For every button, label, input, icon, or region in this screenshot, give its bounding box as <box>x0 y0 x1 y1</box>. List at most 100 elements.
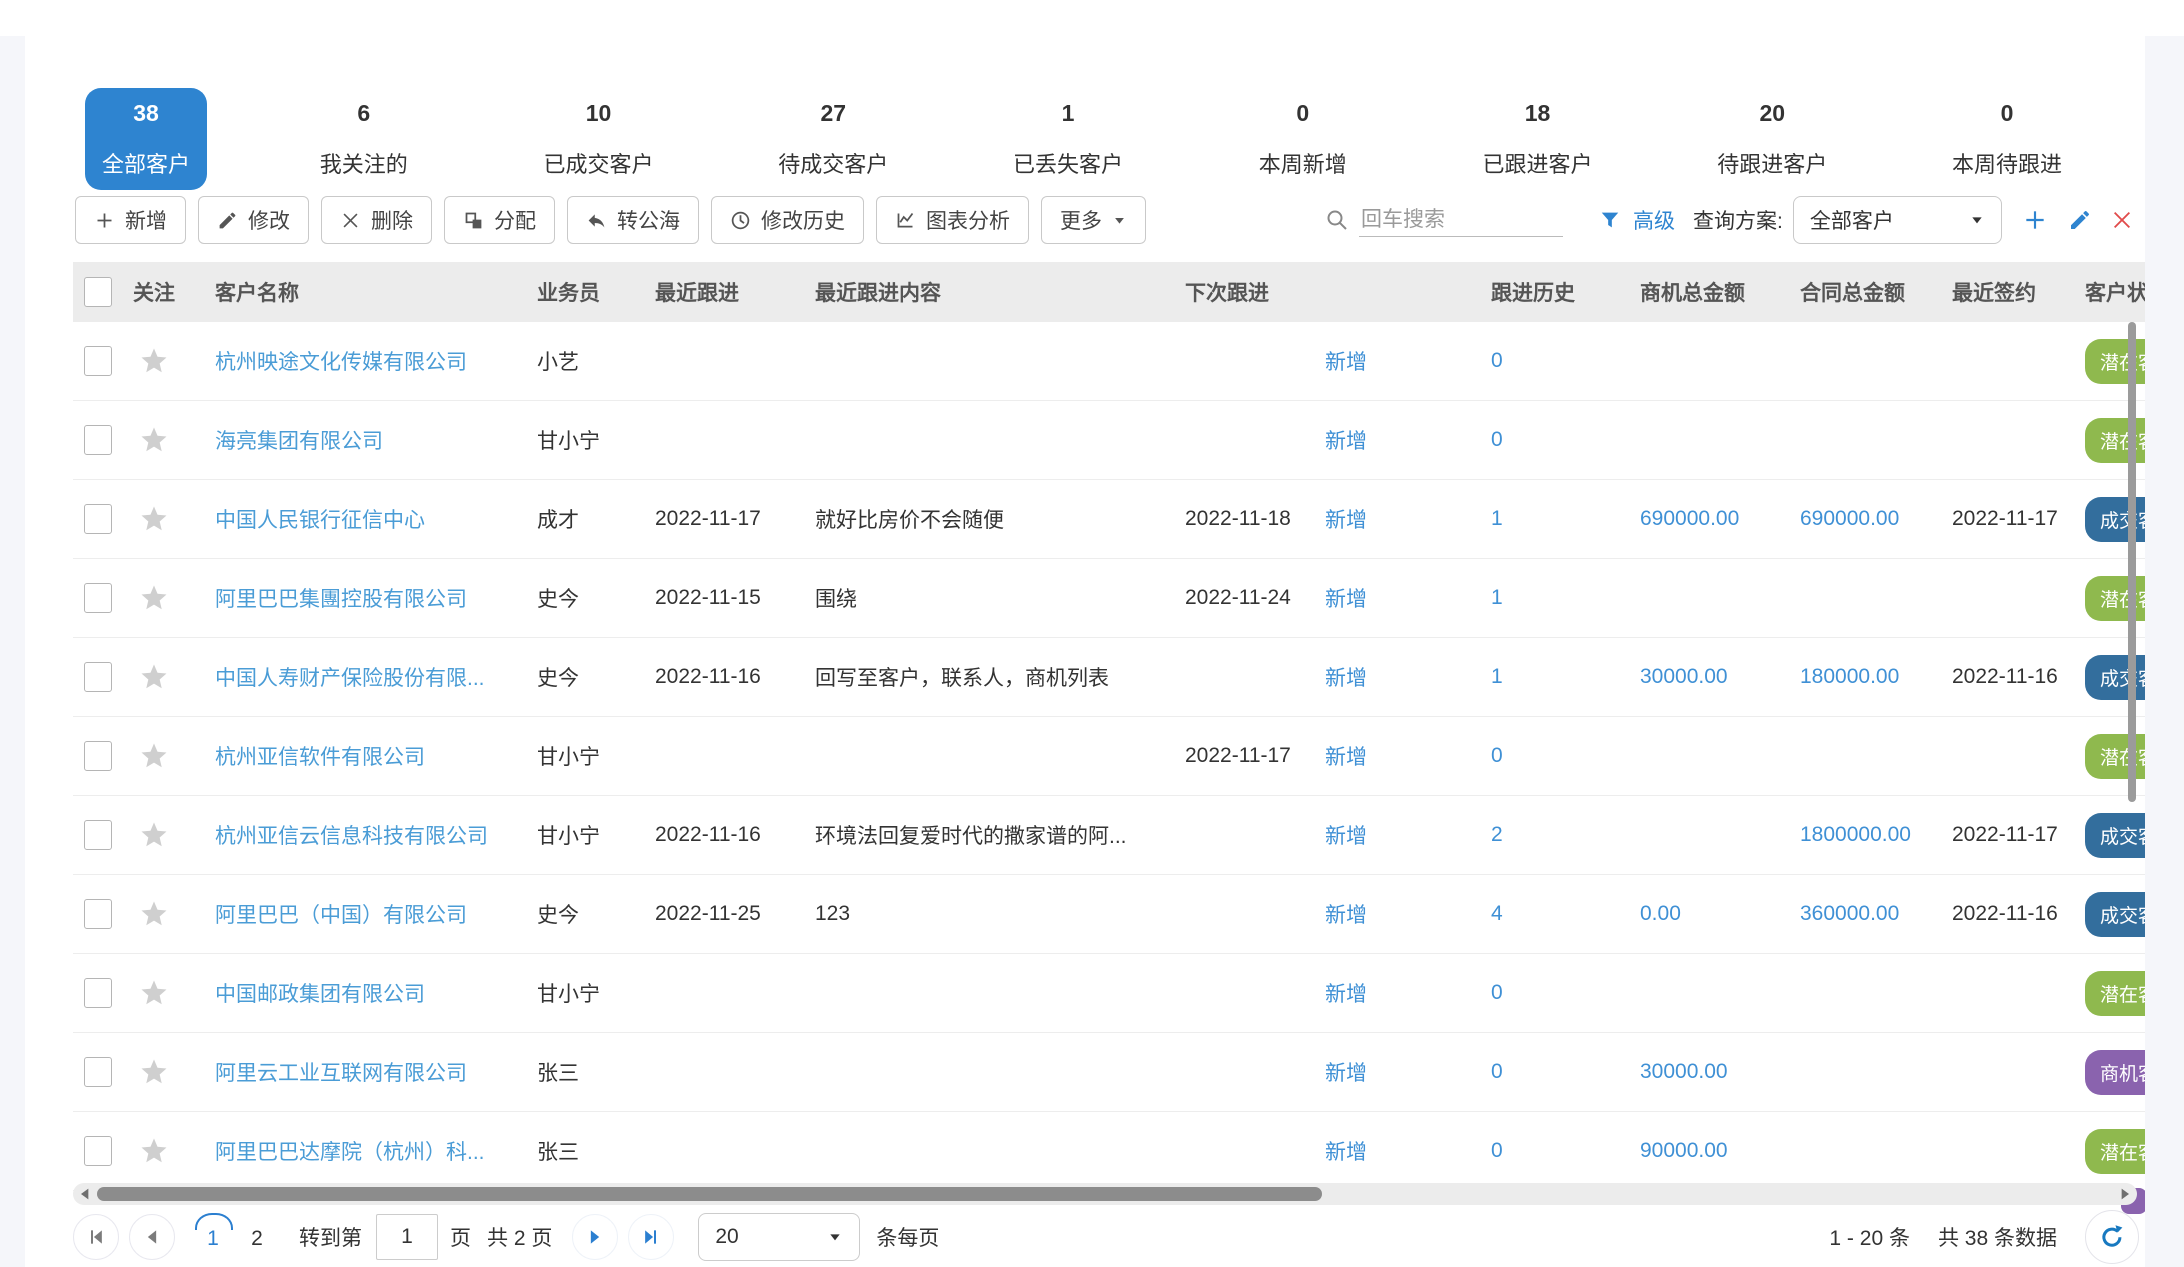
opportunity-amount-link[interactable]: 0.00 <box>1640 902 1681 925</box>
opportunity-amount-link[interactable]: 90000.00 <box>1640 1139 1728 1162</box>
toolbar-button-3[interactable]: 分配 <box>444 196 555 244</box>
add-follow-link[interactable]: 新增 <box>1325 588 1367 611</box>
star-icon[interactable] <box>139 425 169 455</box>
row-checkbox[interactable] <box>84 504 112 534</box>
add-follow-link[interactable]: 新增 <box>1325 1141 1367 1164</box>
scroll-right-icon[interactable] <box>2117 1186 2133 1202</box>
opportunity-amount-link[interactable]: 30000.00 <box>1640 1060 1728 1083</box>
row-checkbox[interactable] <box>84 978 112 1008</box>
follow-history-link[interactable]: 1 <box>1491 507 1503 530</box>
star-icon[interactable] <box>139 978 169 1008</box>
stats-tab-5[interactable]: 0本周新增 <box>1225 88 1381 190</box>
customer-name-link[interactable]: 杭州亚信云信息科技有限公司 <box>215 825 488 848</box>
customer-name-link[interactable]: 杭州映途文化传媒有限公司 <box>215 351 467 374</box>
star-icon[interactable] <box>139 662 169 692</box>
follow-history-link[interactable]: 0 <box>1491 428 1503 451</box>
star-icon[interactable] <box>139 1136 169 1166</box>
toolbar-button-7[interactable]: 更多 <box>1041 196 1146 244</box>
follow-history-link[interactable]: 0 <box>1491 744 1503 767</box>
toolbar-button-4[interactable]: 转公海 <box>567 196 699 244</box>
follow-history-link[interactable]: 1 <box>1491 586 1503 609</box>
star-icon[interactable] <box>139 583 169 613</box>
last-page-button[interactable] <box>628 1214 674 1260</box>
row-checkbox[interactable] <box>84 583 112 613</box>
row-checkbox[interactable] <box>84 1136 112 1166</box>
row-checkbox[interactable] <box>84 662 112 692</box>
row-checkbox[interactable] <box>84 899 112 929</box>
row-checkbox[interactable] <box>84 741 112 771</box>
add-follow-link[interactable]: 新增 <box>1325 430 1367 453</box>
edit-scheme-icon[interactable] <box>2068 208 2092 232</box>
toolbar-button-1[interactable]: 修改 <box>198 196 309 244</box>
stats-tab-6[interactable]: 18已跟进客户 <box>1460 88 1616 190</box>
customer-name-link[interactable]: 阿里巴巴集團控股有限公司 <box>215 588 467 611</box>
customer-name-link[interactable]: 海亮集团有限公司 <box>215 430 383 453</box>
stats-tab-8[interactable]: 0本周待跟进 <box>1929 88 2085 190</box>
toolbar-button-5[interactable]: 修改历史 <box>711 196 864 244</box>
customer-name-link[interactable]: 阿里巴巴（中国）有限公司 <box>215 904 467 927</box>
horizontal-scrollbar-thumb[interactable] <box>97 1187 1322 1201</box>
customer-name-link[interactable]: 中国人寿财产保险股份有限... <box>215 667 485 690</box>
stats-tab-0[interactable]: 38全部客户 <box>85 88 207 190</box>
customer-name-link[interactable]: 阿里云工业互联网有限公司 <box>215 1062 467 1085</box>
follow-history-link[interactable]: 1 <box>1491 665 1503 688</box>
add-follow-link[interactable]: 新增 <box>1325 1062 1367 1085</box>
goto-page-input[interactable] <box>376 1214 438 1260</box>
query-scheme-select[interactable]: 全部客户 <box>1793 196 2002 244</box>
first-page-button[interactable] <box>73 1214 119 1260</box>
star-icon[interactable] <box>139 1057 169 1087</box>
advanced-link[interactable]: 高级 <box>1633 205 1675 235</box>
add-follow-link[interactable]: 新增 <box>1325 667 1367 690</box>
toolbar-button-0[interactable]: 新增 <box>75 196 186 244</box>
star-icon[interactable] <box>139 346 169 376</box>
funnel-icon[interactable] <box>1599 208 1621 232</box>
select-all-checkbox[interactable] <box>84 277 112 307</box>
vertical-scrollbar[interactable] <box>2128 322 2136 802</box>
customer-name-link[interactable]: 中国人民银行征信中心 <box>215 509 425 532</box>
page-size-select[interactable]: 20 <box>698 1213 860 1261</box>
follow-history-link[interactable]: 0 <box>1491 1060 1503 1083</box>
add-follow-link[interactable]: 新增 <box>1325 351 1367 374</box>
customer-name-link[interactable]: 中国邮政集团有限公司 <box>215 983 425 1006</box>
row-checkbox[interactable] <box>84 1057 112 1087</box>
row-checkbox[interactable] <box>84 425 112 455</box>
prev-page-button[interactable] <box>129 1214 175 1260</box>
row-checkbox[interactable] <box>84 346 112 376</box>
page-number-2[interactable]: 2 <box>235 1223 279 1251</box>
stats-tab-3[interactable]: 27待成交客户 <box>755 88 911 190</box>
star-icon[interactable] <box>139 820 169 850</box>
add-follow-link[interactable]: 新增 <box>1325 509 1367 532</box>
delete-scheme-icon[interactable] <box>2110 208 2134 232</box>
follow-history-link[interactable]: 4 <box>1491 902 1503 925</box>
contract-amount-link[interactable]: 690000.00 <box>1800 507 1899 530</box>
star-icon[interactable] <box>139 504 169 534</box>
opportunity-amount-link[interactable]: 690000.00 <box>1640 507 1739 530</box>
contract-amount-link[interactable]: 180000.00 <box>1800 665 1899 688</box>
follow-history-link[interactable]: 2 <box>1491 823 1503 846</box>
customer-name-link[interactable]: 阿里巴巴达摩院（杭州）科... <box>215 1141 485 1164</box>
stats-tab-7[interactable]: 20待跟进客户 <box>1694 88 1850 190</box>
customer-name-link[interactable]: 杭州亚信软件有限公司 <box>215 746 425 769</box>
contract-amount-link[interactable]: 360000.00 <box>1800 902 1899 925</box>
add-follow-link[interactable]: 新增 <box>1325 825 1367 848</box>
follow-history-link[interactable]: 0 <box>1491 349 1503 372</box>
opportunity-amount-link[interactable]: 30000.00 <box>1640 665 1728 688</box>
page-number-1[interactable]: 1 <box>191 1223 235 1251</box>
horizontal-scrollbar[interactable] <box>73 1183 2137 1205</box>
stats-tab-2[interactable]: 10已成交客户 <box>521 88 677 190</box>
stats-tab-1[interactable]: 6我关注的 <box>286 88 442 190</box>
refresh-button[interactable] <box>2085 1210 2139 1264</box>
follow-history-link[interactable]: 0 <box>1491 981 1503 1004</box>
add-follow-link[interactable]: 新增 <box>1325 983 1367 1006</box>
contract-amount-link[interactable]: 1800000.00 <box>1800 823 1911 846</box>
add-follow-link[interactable]: 新增 <box>1325 746 1367 769</box>
scroll-left-icon[interactable] <box>77 1186 93 1202</box>
stats-tab-4[interactable]: 1已丢失客户 <box>990 88 1146 190</box>
row-checkbox[interactable] <box>84 820 112 850</box>
star-icon[interactable] <box>139 899 169 929</box>
next-page-button[interactable] <box>572 1214 618 1260</box>
toolbar-button-6[interactable]: 图表分析 <box>876 196 1029 244</box>
star-icon[interactable] <box>139 741 169 771</box>
add-follow-link[interactable]: 新增 <box>1325 904 1367 927</box>
toolbar-button-2[interactable]: 删除 <box>321 196 432 244</box>
